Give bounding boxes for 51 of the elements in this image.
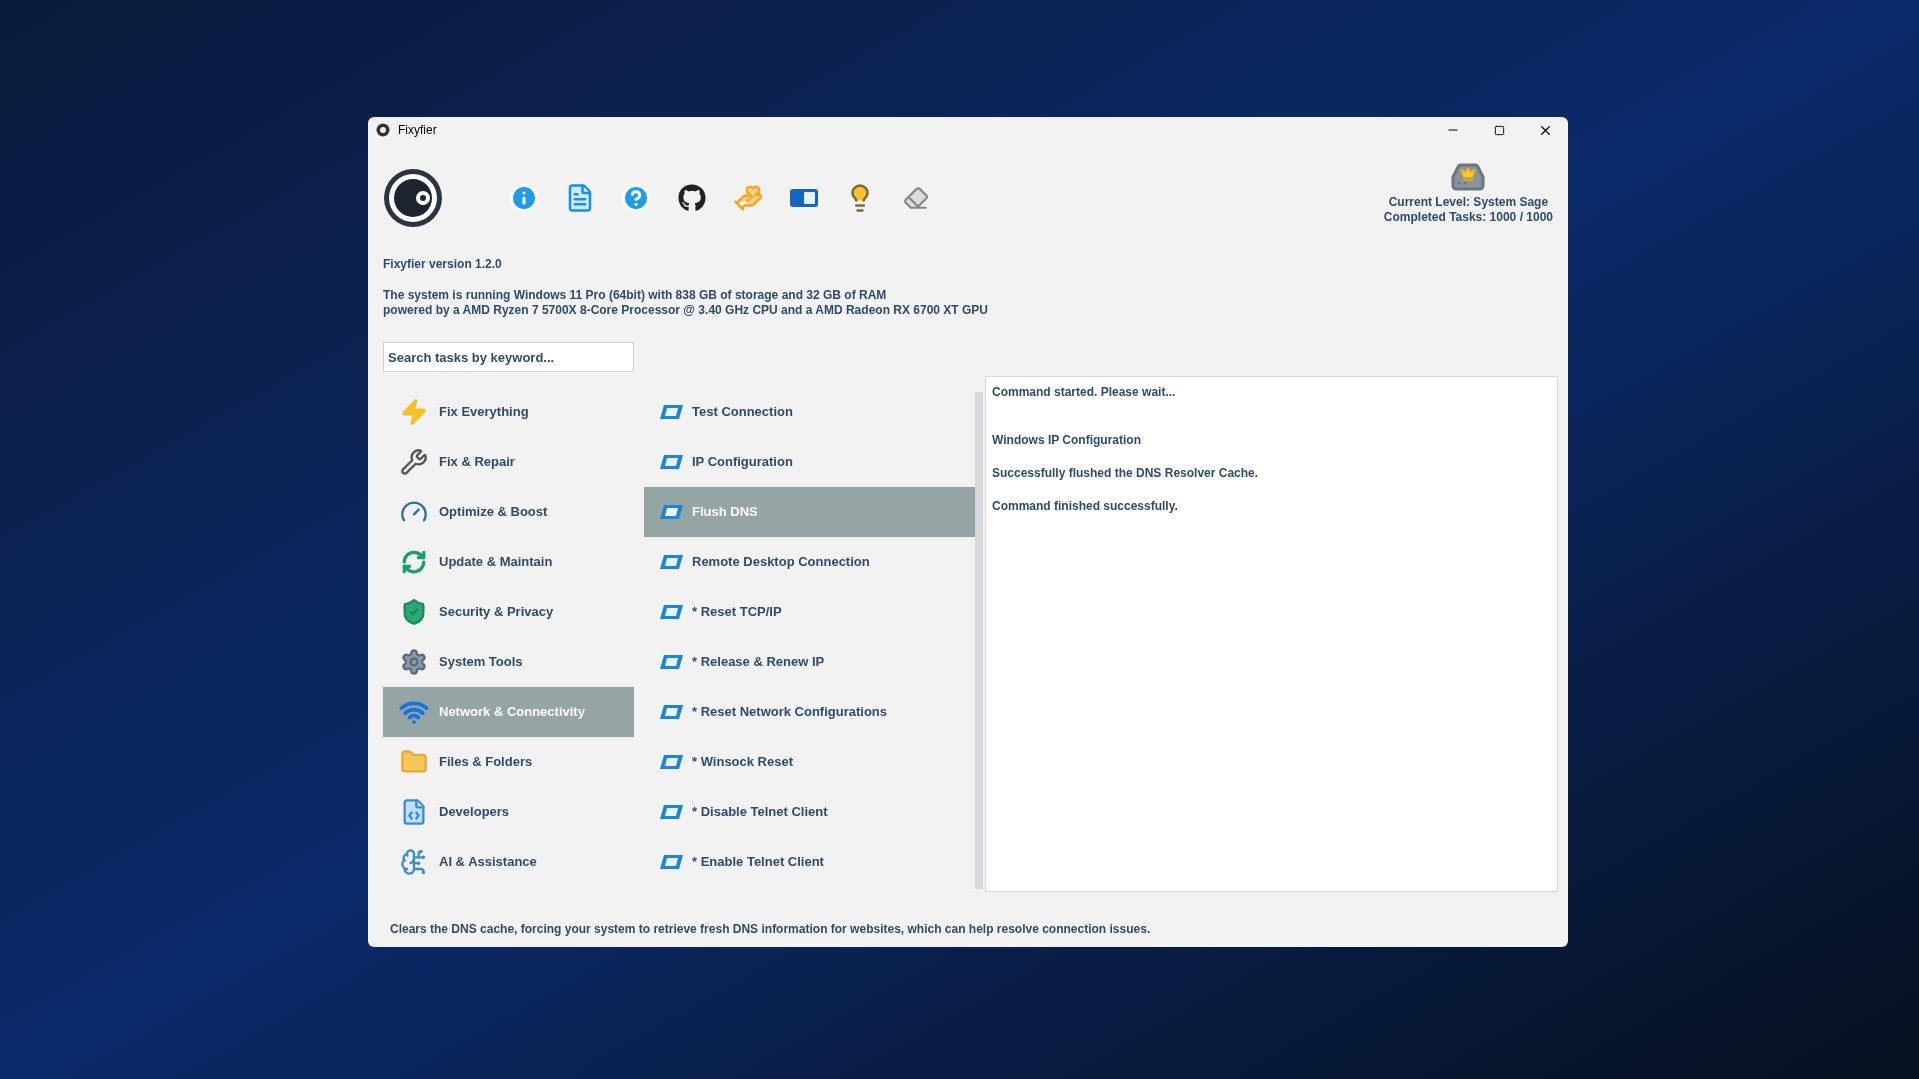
version-text: Fixyfier version 1.2.0 bbox=[383, 256, 502, 273]
task-item[interactable]: Test Connection bbox=[644, 387, 975, 437]
app-logo-icon bbox=[383, 167, 443, 229]
level-text: Completed Tasks: 1000 / 1000 bbox=[1383, 210, 1553, 225]
window-icon bbox=[658, 754, 684, 770]
category-item[interactable]: Security & Privacy bbox=[383, 587, 634, 637]
task-item[interactable]: * Reset Network Configurations bbox=[644, 687, 975, 737]
task-item[interactable]: Remote Desktop Connection bbox=[644, 537, 975, 587]
task-item[interactable]: * Winsock Reset bbox=[644, 737, 975, 787]
gear-icon bbox=[399, 647, 429, 677]
maximize-icon bbox=[1493, 124, 1505, 136]
category-item[interactable]: Fix Everything bbox=[383, 387, 634, 437]
category-item[interactable]: AI & Assistance bbox=[383, 837, 634, 887]
task-description: Clears the DNS cache, forcing your system to retrieve fresh DNS information for websites, which can help resolve connection issues. bbox=[390, 921, 1151, 938]
window-icon bbox=[658, 554, 684, 570]
output-line: Command finished successfully. bbox=[992, 498, 1178, 515]
tools-icon bbox=[399, 447, 429, 477]
window-icon bbox=[658, 654, 684, 670]
output-line: Command started. Please wait... bbox=[992, 384, 1176, 401]
task-item[interactable]: * Reset TCP/IP bbox=[644, 587, 975, 637]
window-icon bbox=[658, 604, 684, 620]
level-text: Current Level: System Sage bbox=[1388, 195, 1549, 210]
output-line: Successfully flushed the DNS Resolver Cache. bbox=[992, 465, 1259, 482]
window-title: Fixyfier bbox=[398, 122, 437, 139]
window-icon bbox=[658, 404, 684, 420]
category-item[interactable]: Optimize & Boost bbox=[383, 487, 634, 537]
github-button[interactable] bbox=[677, 183, 707, 213]
hand-heart-button[interactable] bbox=[733, 183, 763, 213]
category-item[interactable]: Fix & Repair bbox=[383, 437, 634, 487]
info-button[interactable] bbox=[509, 183, 539, 213]
window-icon bbox=[658, 704, 684, 720]
system-info-text: powered by a AMD Ryzen 7 5700X 8-Core Processor @ 3.40 GHz CPU and a AMD Radeon RX 6700 XT GPU bbox=[383, 303, 988, 318]
output-line: Windows IP Configuration bbox=[992, 432, 1141, 449]
window-icon bbox=[658, 854, 684, 870]
category-item[interactable]: Developers bbox=[383, 787, 634, 837]
window-icon bbox=[658, 504, 684, 520]
category-item[interactable]: System Tools bbox=[383, 637, 634, 687]
lightning-icon bbox=[399, 397, 429, 427]
category-item[interactable]: Update & Maintain bbox=[383, 537, 634, 587]
window-icon bbox=[658, 454, 684, 470]
system-info-text: The system is running Windows 11 Pro (64bit) with 838 GB of storage and 32 GB of RAM bbox=[383, 288, 887, 303]
logo-icon bbox=[376, 123, 390, 137]
task-item[interactable]: IP Configuration bbox=[644, 437, 975, 487]
help-button[interactable] bbox=[621, 183, 651, 213]
task-item[interactable]: * Release & Renew IP bbox=[644, 637, 975, 687]
category-item[interactable]: Files & Folders bbox=[383, 737, 634, 787]
search-field[interactable]: Search tasks by keyword... bbox=[383, 342, 634, 372]
task-item[interactable]: * Disable Telnet Client bbox=[644, 787, 975, 837]
window-icon bbox=[658, 804, 684, 820]
task-item[interactable]: * Enable Telnet Client bbox=[644, 837, 975, 887]
scrollbar[interactable] bbox=[975, 392, 983, 889]
